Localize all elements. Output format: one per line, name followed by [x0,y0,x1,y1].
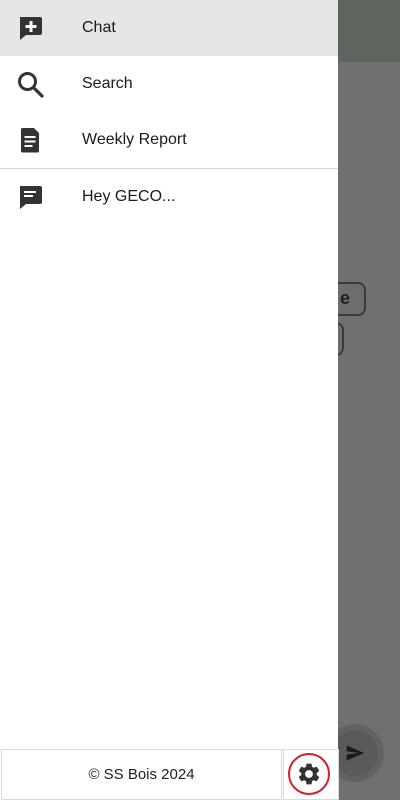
settings-button[interactable] [288,753,330,795]
nav-item-weekly-report-label: Weekly Report [82,131,187,148]
chat-bubble-icon [16,183,44,211]
search-icon [16,70,44,98]
nav-item-chat[interactable]: Chat [0,0,338,56]
nav-item-search-label: Search [82,75,133,92]
drawer-footer: © SS Bois 2024 [0,749,400,800]
add-chat-icon [16,14,44,42]
gear-icon [298,763,320,785]
conversation-item-label: Hey GECO... [82,188,176,205]
document-icon [16,126,44,154]
navigation-drawer: Chat Search Weekly Report Hey GECO... © … [0,0,339,800]
copyright-text: © SS Bois 2024 [1,749,282,800]
nav-item-weekly-report[interactable]: Weekly Report [0,112,338,168]
nav-item-search[interactable]: Search [0,56,338,112]
background-chip-text: e [339,288,350,308]
nav-item-chat-label: Chat [82,19,116,36]
conversation-item[interactable]: Hey GECO... [0,169,338,225]
